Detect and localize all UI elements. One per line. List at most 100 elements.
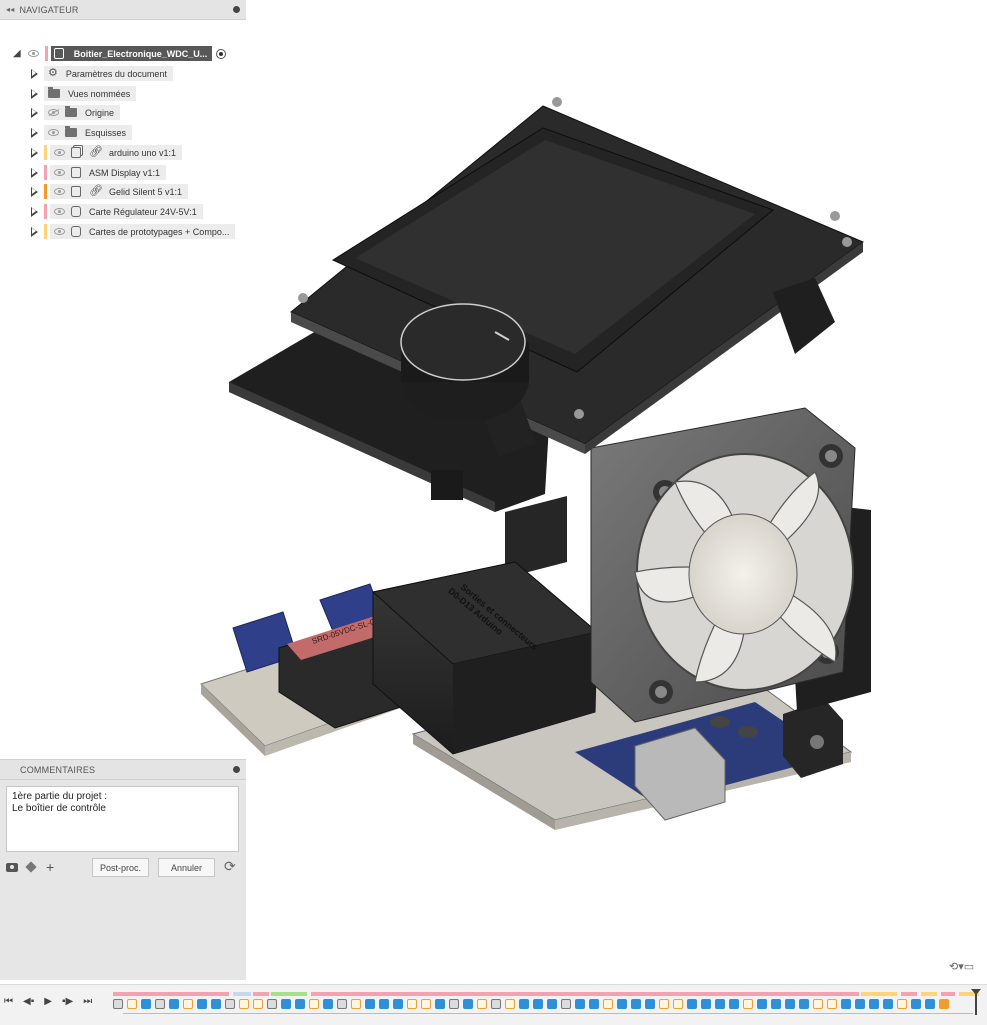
timeline-feature-icon[interactable]	[519, 999, 529, 1009]
timeline-feature-icon[interactable]	[351, 999, 361, 1009]
orbit-tools-icon[interactable]: ⟲▾▭	[949, 960, 974, 973]
visibility-eye-icon[interactable]	[54, 188, 65, 195]
expand-triangle-icon[interactable]	[31, 226, 38, 237]
visibility-eye-icon[interactable]	[54, 228, 65, 235]
post-button[interactable]: Post-proc.	[92, 858, 149, 877]
timeline-feature-icon[interactable]	[197, 999, 207, 1009]
cancel-button[interactable]: Annuler	[158, 858, 215, 877]
timeline-feature-icon[interactable]	[491, 999, 501, 1009]
timeline-feature-icon[interactable]	[309, 999, 319, 1009]
refresh-icon[interactable]: ⟳	[224, 858, 236, 875]
hidden-eye-icon[interactable]	[48, 109, 59, 116]
timeline-feature-icon[interactable]	[785, 999, 795, 1009]
timeline-feature-icon[interactable]	[939, 999, 949, 1009]
timeline-feature-icon[interactable]	[715, 999, 725, 1009]
timeline-feature-icon[interactable]	[547, 999, 557, 1009]
visibility-eye-icon[interactable]	[54, 208, 65, 215]
tree-root[interactable]: ◢ Boitier_Electronique_WDC_U...	[13, 45, 227, 62]
camera-icon[interactable]	[6, 862, 18, 872]
timeline-feature-icon[interactable]	[729, 999, 739, 1009]
comment-textarea[interactable]: 1ère partie du projet : Le boîtier de co…	[6, 786, 239, 852]
panel-options-icon[interactable]	[233, 6, 240, 13]
timeline-feature-icon[interactable]	[407, 999, 417, 1009]
timeline-feature-icon[interactable]	[575, 999, 585, 1009]
expand-triangle-icon[interactable]	[31, 68, 38, 79]
timeline-feature-icon[interactable]	[211, 999, 221, 1009]
timeline-feature-icon[interactable]	[239, 999, 249, 1009]
visibility-eye-icon[interactable]	[48, 129, 59, 136]
timeline-feature-icon[interactable]	[141, 999, 151, 1009]
timeline-feature-icon[interactable]	[449, 999, 459, 1009]
timeline-feature-icon[interactable]	[883, 999, 893, 1009]
step-back-icon[interactable]: ◀▪	[23, 995, 34, 1009]
timeline-feature-icon[interactable]	[337, 999, 347, 1009]
tree-item-regulator[interactable]: Carte Régulateur 24V-5V:1	[31, 203, 203, 220]
timeline-feature-icon[interactable]	[225, 999, 235, 1009]
connector-enclosure[interactable]: Sorties et connecteurs D0-D13 Arduino	[371, 496, 599, 755]
timeline-feature-icon[interactable]	[505, 999, 515, 1009]
timeline-feature-icon[interactable]	[673, 999, 683, 1009]
expand-triangle-icon[interactable]	[31, 127, 38, 138]
timeline-feature-icon[interactable]	[897, 999, 907, 1009]
timeline-track[interactable]	[113, 989, 983, 1017]
timeline-feature-icon[interactable]	[743, 999, 753, 1009]
timeline-feature-icon[interactable]	[855, 999, 865, 1009]
visibility-eye-icon[interactable]	[54, 149, 65, 156]
timeline-feature-icon[interactable]	[631, 999, 641, 1009]
go-to-start-icon[interactable]: ⏮	[4, 995, 13, 1009]
timeline-feature-icon[interactable]	[645, 999, 655, 1009]
timeline-feature-icon[interactable]	[799, 999, 809, 1009]
root-component-chip[interactable]: Boitier_Electronique_WDC_U...	[50, 46, 213, 61]
crosshair-icon[interactable]: +	[46, 860, 54, 874]
tree-item-arduino[interactable]: 🔗︎ arduino uno v1:1	[31, 144, 183, 161]
step-forward-icon[interactable]: ▪▶	[62, 995, 73, 1009]
timeline-feature-icon[interactable]	[869, 999, 879, 1009]
timeline-feature-icon[interactable]	[771, 999, 781, 1009]
timeline-feature-icon[interactable]	[533, 999, 543, 1009]
timeline-feature-icon[interactable]	[617, 999, 627, 1009]
go-to-end-icon[interactable]: ⏭	[83, 995, 92, 1009]
timeline-feature-icon[interactable]	[589, 999, 599, 1009]
visibility-eye-icon[interactable]	[54, 169, 65, 176]
timeline-feature-icon[interactable]	[267, 999, 277, 1009]
play-icon[interactable]: ▶	[44, 995, 52, 1009]
timeline-feature-icon[interactable]	[925, 999, 935, 1009]
timeline-feature-icon[interactable]	[659, 999, 669, 1009]
tree-item-gelid-fan[interactable]: 🔗︎ Gelid Silent 5 v1:1	[31, 183, 189, 200]
tree-item-named-views[interactable]: Vues nommées	[31, 85, 137, 102]
timeline-feature-icon[interactable]	[127, 999, 137, 1009]
timeline-feature-icon[interactable]	[113, 999, 123, 1009]
timeline-feature-icon[interactable]	[253, 999, 263, 1009]
collapse-triangle-icon[interactable]: ◢	[13, 48, 21, 59]
expand-triangle-icon[interactable]	[31, 147, 38, 158]
timeline-feature-icon[interactable]	[477, 999, 487, 1009]
timeline-feature-icon[interactable]	[281, 999, 291, 1009]
timeline-feature-icon[interactable]	[827, 999, 837, 1009]
expand-triangle-icon[interactable]	[31, 88, 38, 99]
timeline-feature-icon[interactable]	[561, 999, 571, 1009]
expand-triangle-icon[interactable]	[31, 186, 38, 197]
timeline-feature-icon[interactable]	[687, 999, 697, 1009]
model-viewport[interactable]: SRD-05VDC-SL-C Sorties et connecteurs D0…	[195, 92, 885, 837]
timeline-feature-icon[interactable]	[365, 999, 375, 1009]
tree-item-document-settings[interactable]: ⚙ Paramètres du document	[31, 65, 173, 82]
timeline-feature-icon[interactable]	[463, 999, 473, 1009]
expand-triangle-icon[interactable]	[31, 206, 38, 217]
timeline-feature-icon[interactable]	[813, 999, 823, 1009]
cooling-fan[interactable]	[590, 407, 871, 723]
timeline-feature-icon[interactable]	[183, 999, 193, 1009]
timeline-feature-icon[interactable]	[295, 999, 305, 1009]
timeline-feature-icon[interactable]	[421, 999, 431, 1009]
tree-item-origin[interactable]: Origine	[31, 104, 121, 121]
timeline-feature-icon[interactable]	[603, 999, 613, 1009]
timeline-feature-icon[interactable]	[841, 999, 851, 1009]
visibility-eye-icon[interactable]	[27, 50, 39, 57]
timeline-feature-icon[interactable]	[155, 999, 165, 1009]
timeline-feature-icon[interactable]	[911, 999, 921, 1009]
timeline-feature-icon[interactable]	[323, 999, 333, 1009]
timeline-feature-icon[interactable]	[393, 999, 403, 1009]
expand-triangle-icon[interactable]	[31, 167, 38, 178]
tree-item-sketches[interactable]: Esquisses	[31, 124, 133, 141]
timeline-feature-icon[interactable]	[701, 999, 711, 1009]
cube-icon[interactable]	[25, 861, 37, 873]
